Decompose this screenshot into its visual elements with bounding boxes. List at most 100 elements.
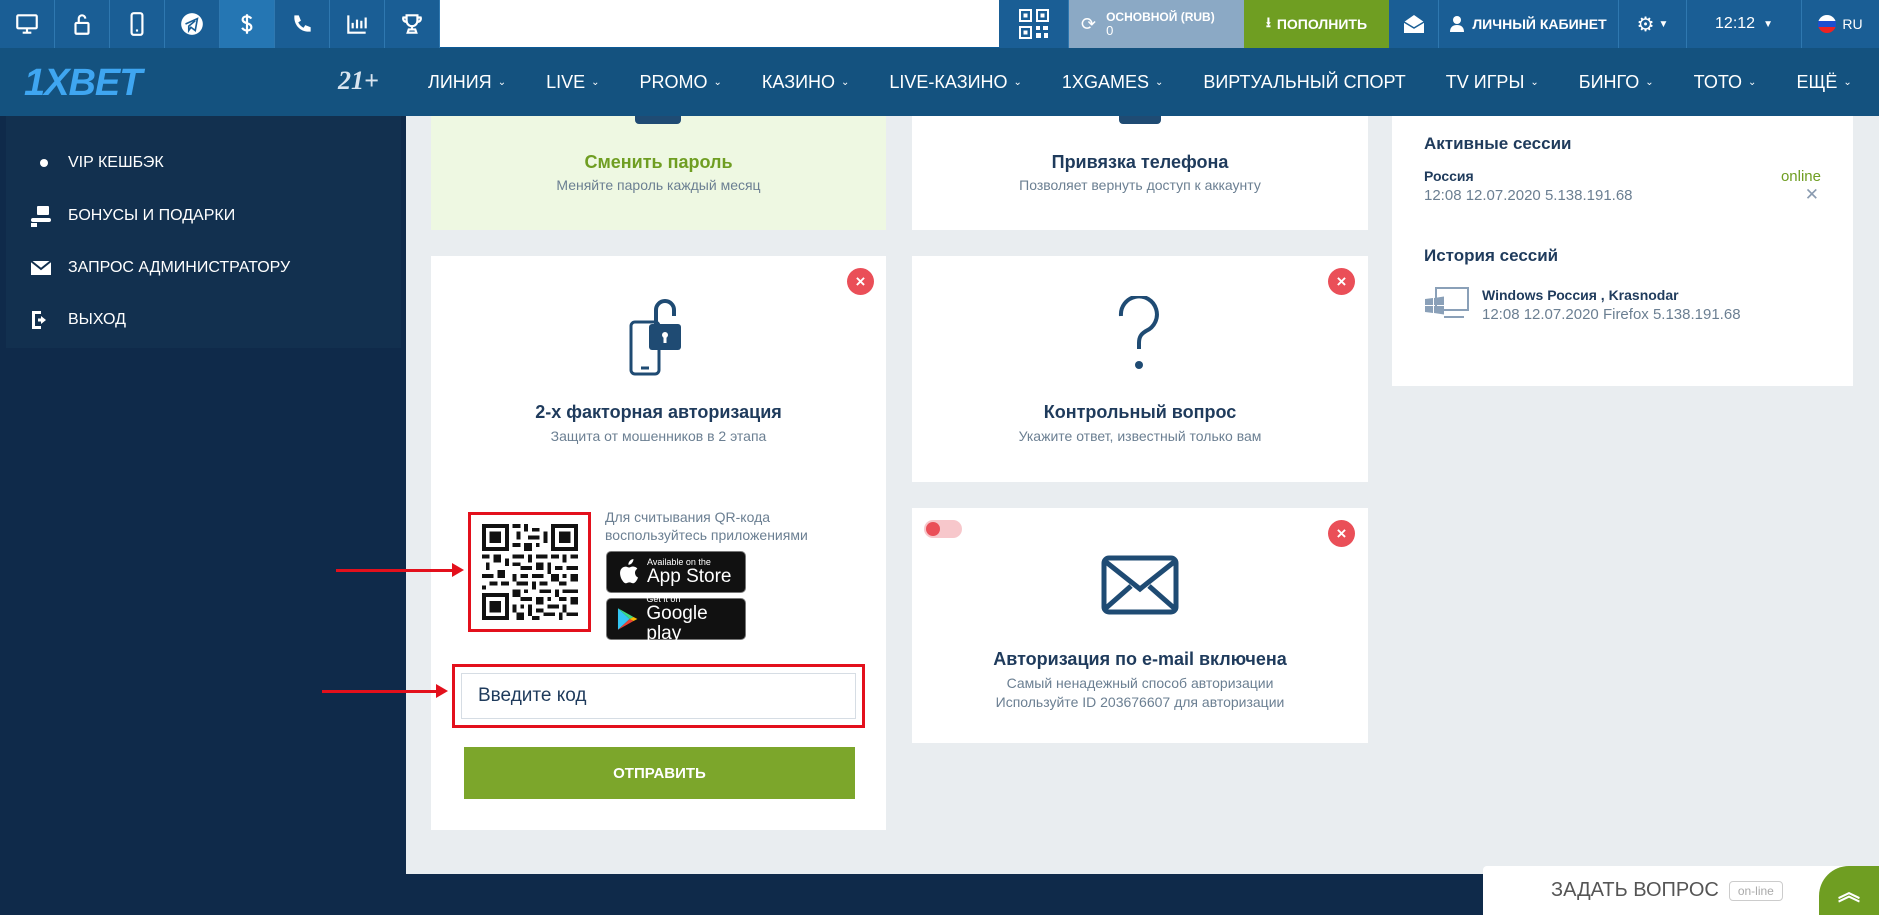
verification-code-input[interactable] <box>461 673 856 719</box>
nav-item-toto[interactable]: ТОТО ⌄ <box>1674 72 1777 93</box>
main-navigation: 1XBET 21+ ЛИНИЯ ⌄ LIVE ⌄ PROMO ⌄ КАЗИНО ⌄ LI… <box>0 48 1879 116</box>
nav-item-casino[interactable]: КАЗИНО ⌄ <box>742 72 870 93</box>
nav-item-promo[interactable]: PROMO ⌄ <box>620 72 742 93</box>
google-play-button[interactable]: Get it on Google play <box>606 594 746 643</box>
chevron-down-icon: ⌄ <box>1530 76 1539 88</box>
age-restriction-badge: 21+ <box>338 66 379 95</box>
nav-item-1xgames[interactable]: 1XGAMES ⌄ <box>1042 72 1183 93</box>
question-mark-icon <box>1118 296 1159 369</box>
sidebar-item-admin-request[interactable]: ЗАПРОС АДМИНИСТРАТОРУ <box>28 255 290 281</box>
chevron-down-icon: ⌄ <box>1748 76 1757 88</box>
stats-icon[interactable] <box>330 0 385 48</box>
personal-account-button[interactable]: ЛИЧНЫЙ КАБИНЕТ <box>1439 0 1619 48</box>
chevron-down-icon: ⌄ <box>1843 76 1852 88</box>
sidebar: VIP КЕШБЭК БОНУСЫ И ПОДАРКИ ЗАПРОС АДМИН… <box>6 116 401 348</box>
chevron-down-icon: ⌄ <box>1645 76 1654 88</box>
close-session-icon[interactable]: ✕ <box>1805 185 1819 205</box>
nav-item-live-casino[interactable]: LIVE-КАЗИНО ⌄ <box>869 72 1042 93</box>
qr-code-image <box>481 524 578 620</box>
nav-item-label: ЕЩЁ <box>1796 71 1838 92</box>
balance-selector[interactable]: ⟳ ОСНОВНОЙ (RUB) 0 <box>1069 0 1244 48</box>
chevron-down-icon: ⌄ <box>841 76 850 88</box>
envelope-icon <box>1101 555 1179 615</box>
nav-item-label: 1XGAMES <box>1061 71 1149 92</box>
nav-item-label: TV ИГРЫ <box>1445 71 1525 92</box>
session-history-title: История сессий <box>1424 246 1559 265</box>
deposit-button[interactable]: ⭳ ПОПОЛНИТЬ <box>1244 0 1389 48</box>
mobile-icon[interactable] <box>110 0 165 48</box>
sidebar-item-vip-cashback[interactable]: VIP КЕШБЭК <box>28 154 164 172</box>
security-question-card[interactable]: × Контрольный вопрос Укажите ответ, изве… <box>912 256 1368 482</box>
envelope-icon <box>1403 15 1424 33</box>
messages-button[interactable] <box>1389 0 1439 48</box>
card-subtitle-line-2: Используйте ID 203676607 для авторизации <box>995 694 1285 710</box>
session-country: Россия <box>1424 168 1474 184</box>
nav-item-line[interactable]: ЛИНИЯ ⌄ <box>428 72 526 93</box>
email-auth-toggle[interactable] <box>924 520 962 538</box>
chevron-down-icon: ⌄ <box>497 76 507 88</box>
chevron-down-icon: ⌄ <box>1154 76 1164 88</box>
nav-item-live[interactable]: LIVE ⌄ <box>526 72 619 93</box>
close-icon[interactable]: × <box>1328 520 1355 547</box>
balance-label: ОСНОВНОЙ (RUB) <box>1106 10 1215 24</box>
bullet-icon <box>40 159 48 167</box>
nav-item-label: LIVE <box>546 71 586 92</box>
ask-question-widget[interactable]: ЗАДАТЬ ВОПРОС on-line ︽ <box>1483 866 1879 915</box>
session-details: 12:08 12.07.2020 5.138.191.68 <box>1424 187 1633 204</box>
clock-value: 12:12 <box>1715 15 1756 32</box>
close-icon[interactable]: × <box>1328 268 1355 295</box>
logo-text: 1XBET <box>24 62 142 104</box>
deposit-label: ПОПОЛНИТЬ <box>1276 16 1368 32</box>
sidebar-item-label: ЗАПРОС АДМИНИСТРАТОРУ <box>68 259 291 276</box>
submit-code-button[interactable]: ОТПРАВИТЬ <box>464 747 855 799</box>
gift-hand-icon <box>28 203 54 229</box>
active-sessions-title: Активные сессии <box>1424 134 1572 153</box>
card-subtitle: Укажите ответ, известный только вам <box>1018 428 1262 444</box>
top-icon-group <box>0 0 440 48</box>
nav-item-bingo[interactable]: БИНГО ⌄ <box>1559 72 1674 93</box>
nav-menu: ЛИНИЯ ⌄ LIVE ⌄ PROMO ⌄ КАЗИНО ⌄ LIVE-КАЗИНО ⌄… <box>428 48 1872 116</box>
change-password-card[interactable]: Сменить пароль Меняйте пароль каждый мес… <box>431 116 886 230</box>
unlock-icon[interactable] <box>55 0 110 48</box>
ask-question-label: ЗАДАТЬ ВОПРОС <box>1551 879 1719 901</box>
card-title: Авторизация по e-mail включена <box>993 649 1287 669</box>
nav-item-virtual-sport[interactable]: ВИРТУАЛЬНЫЙ СПОРТ <box>1183 72 1425 93</box>
email-auth-card[interactable]: × Авторизация по e-mail включена Самый н… <box>912 508 1368 743</box>
site-logo[interactable]: 1XBET <box>24 62 142 105</box>
russia-flag-icon <box>1818 15 1837 33</box>
scroll-up-icon[interactable]: ︽ <box>1819 866 1879 915</box>
card-subtitle: Меняйте пароль каждый месяц <box>556 177 761 193</box>
app-store-big-text: App Store <box>647 565 732 587</box>
user-icon <box>1450 16 1465 32</box>
phone-lock-icon <box>629 299 681 376</box>
top-bar: ⟳ ОСНОВНОЙ (RUB) 0 ⭳ ПОПОЛНИТЬ ЛИЧНЫЙ КА… <box>0 0 1879 48</box>
telegram-icon[interactable] <box>165 0 220 48</box>
desktop-icon[interactable] <box>0 0 55 48</box>
nav-item-label: ВИРТУАЛЬНЫЙ СПОРТ <box>1203 71 1406 92</box>
nav-item-tv-games[interactable]: TV ИГРЫ ⌄ <box>1426 72 1559 93</box>
sidebar-item-label: ВЫХОД <box>68 311 126 328</box>
google-play-big-text: Google play <box>646 602 708 644</box>
app-store-button[interactable]: Available on the App Store <box>606 551 746 593</box>
chevron-down-icon: ⌄ <box>1013 76 1022 88</box>
time-dropdown[interactable]: 12:12 ▼ <box>1687 0 1802 48</box>
sidebar-item-logout[interactable]: ВЫХОД <box>28 307 126 333</box>
language-dropdown[interactable]: RU <box>1802 0 1879 48</box>
nav-item-more[interactable]: ЕЩЁ ⌄ <box>1776 72 1871 93</box>
card-title: Контрольный вопрос <box>1043 402 1237 422</box>
qr-icon[interactable] <box>999 0 1069 48</box>
nav-item-label: КАЗИНО <box>761 71 836 92</box>
trophy-icon[interactable] <box>385 0 440 48</box>
settings-dropdown[interactable]: ⚙ ▼ <box>1619 0 1687 48</box>
annotation-arrow-code <box>322 684 448 698</box>
top-right-group: ⟳ ОСНОВНОЙ (RUB) 0 ⭳ ПОПОЛНИТЬ ЛИЧНЫЙ КА… <box>999 0 1879 48</box>
phone-binding-card[interactable]: Привязка телефона Позволяет вернуть дост… <box>912 116 1368 230</box>
refresh-icon[interactable]: ⟳ <box>1081 14 1096 35</box>
sessions-panel: Активные сессии Россия online 12:08 12.0… <box>1392 116 1853 386</box>
phone-icon[interactable] <box>275 0 330 48</box>
chevron-down-icon: ▼ <box>1763 18 1773 30</box>
dollar-icon[interactable] <box>220 0 275 48</box>
card-subtitle: Защита от мошенников в 2 этапа <box>550 428 767 444</box>
close-icon[interactable]: × <box>847 268 874 295</box>
sidebar-item-bonuses[interactable]: БОНУСЫ И ПОДАРКИ <box>28 203 235 229</box>
